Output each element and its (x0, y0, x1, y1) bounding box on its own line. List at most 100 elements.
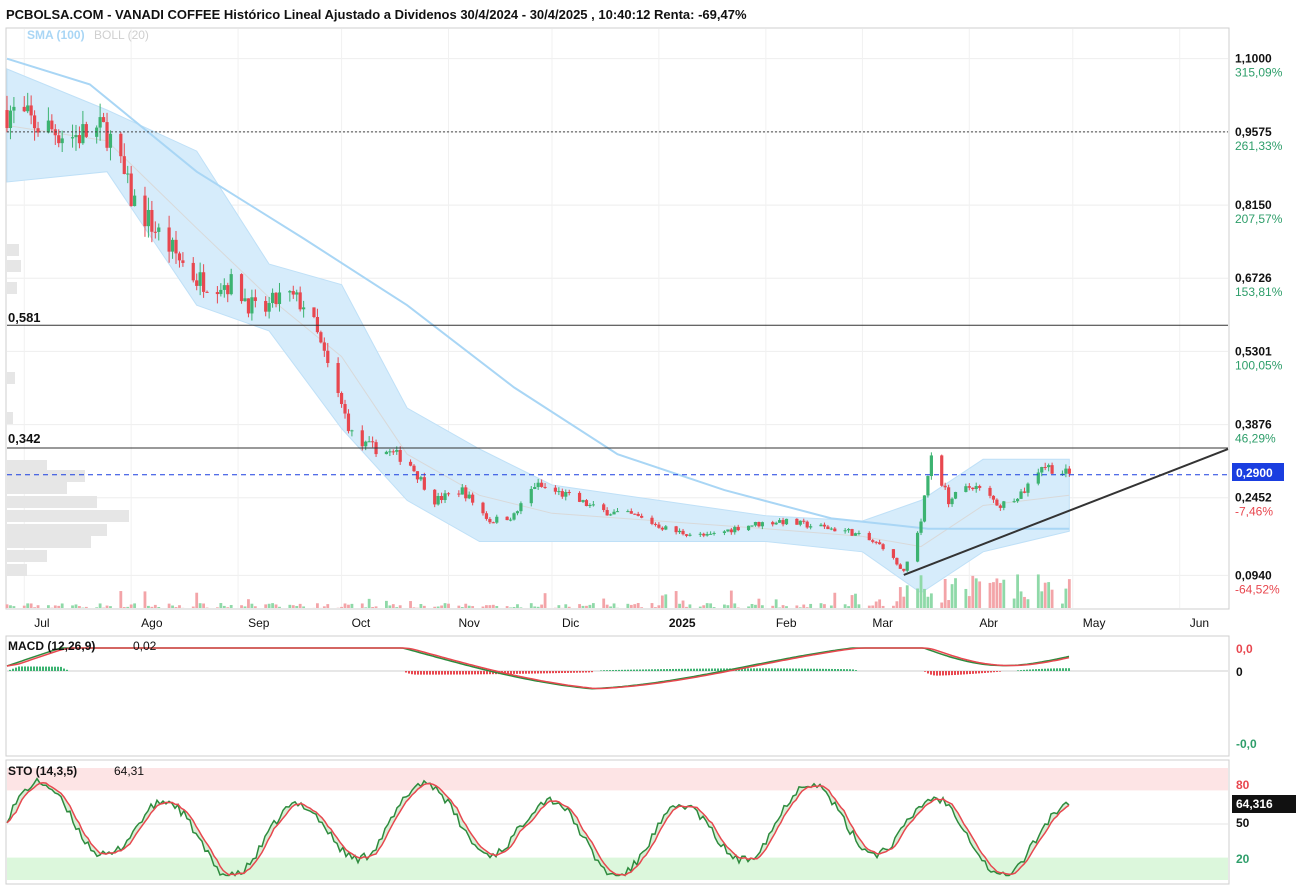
candle-body (295, 292, 298, 294)
volume-bar (1047, 582, 1050, 608)
volume-bar (1040, 591, 1043, 608)
candle-body (205, 292, 208, 293)
macd-histogram-bar (39, 667, 41, 671)
volume-bar (1002, 580, 1005, 608)
candle-body (1026, 484, 1029, 493)
macd-axis-zero: 0 (1236, 665, 1243, 679)
candle-body (288, 291, 291, 292)
volume-bar (375, 606, 378, 608)
month-label: Oct (352, 616, 371, 630)
candle-body (81, 124, 84, 143)
macd-histogram-bar (60, 667, 62, 671)
macd-histogram-bar (705, 669, 707, 671)
volume-bar (278, 607, 281, 608)
volume-bar (178, 605, 181, 608)
candle-body (302, 307, 305, 309)
macd-histogram-bar (687, 669, 689, 671)
candle-body (678, 531, 681, 532)
candle-body (388, 451, 391, 452)
volume-profile-bar (7, 536, 91, 548)
volume-bar (947, 600, 950, 608)
volume-bar (254, 606, 257, 608)
macd-histogram-bar (423, 671, 425, 675)
volume-bar (75, 604, 78, 608)
candle-body (471, 495, 474, 503)
macd-histogram-bar (438, 671, 440, 675)
volume-bar (388, 605, 391, 608)
candle-body (892, 549, 895, 558)
candle-body (423, 477, 426, 490)
candle-body (588, 505, 591, 506)
volume-bar (468, 606, 471, 608)
candle-body (833, 529, 836, 532)
volume-bar (1044, 583, 1047, 608)
macd-histogram-bar (468, 671, 470, 674)
candle-body (530, 489, 533, 503)
legend-boll[interactable]: BOLL (20) (94, 28, 149, 42)
volume-profile-bar (7, 470, 85, 482)
candle-body (795, 519, 798, 525)
volume-bar (168, 604, 171, 608)
candle-body (143, 196, 146, 227)
macd-histogram-bar (426, 671, 428, 675)
volume-bar (706, 603, 709, 608)
macd-histogram-bar (444, 671, 446, 675)
macd-histogram-bar (807, 669, 809, 671)
macd-histogram-bar (990, 671, 992, 672)
volume-bar (364, 607, 367, 608)
price-tick: 1,1000 (1235, 52, 1272, 66)
volume-bar (678, 604, 681, 608)
candle-body (99, 117, 102, 127)
candle-body (585, 500, 588, 506)
macd-histogram-bar (774, 668, 776, 671)
volume-bar (733, 603, 736, 608)
macd-histogram-bar (675, 669, 677, 671)
candle-body (675, 526, 678, 532)
candle-body (254, 297, 257, 301)
volume-bar (795, 605, 798, 608)
volume-bar (613, 603, 616, 608)
candle-body (102, 117, 105, 122)
macd-axis-top: 0,0 (1236, 642, 1253, 656)
volume-bar (240, 605, 243, 608)
candle-body (399, 450, 402, 462)
volume-bar (975, 578, 978, 608)
macd-histogram-bar (933, 671, 935, 675)
macd-histogram-bar (681, 669, 683, 671)
volume-bar (664, 594, 667, 608)
volume-bar (485, 605, 488, 608)
candle-body (223, 285, 226, 290)
volume-bar (340, 607, 343, 608)
macd-histogram-bar (783, 668, 785, 671)
macd-histogram-bar (942, 671, 944, 675)
candle-body (688, 535, 691, 536)
volume-profile-bar (7, 412, 13, 424)
volume-bar (1068, 579, 1071, 608)
candle-body (857, 533, 860, 534)
macd-histogram-bar (663, 669, 665, 671)
macd-histogram-bar (957, 671, 959, 675)
candle-body (343, 404, 346, 414)
volume-bar (1020, 591, 1023, 608)
volume-bar (685, 607, 688, 608)
candle-body (154, 232, 157, 233)
macd-histogram-bar (666, 669, 668, 671)
candle-body (854, 533, 857, 536)
volume-bar (1051, 590, 1054, 608)
candle-body (440, 496, 443, 500)
candle-body (1064, 469, 1067, 474)
candle-body (61, 138, 64, 143)
candle-body (464, 487, 467, 498)
percent-tick: 153,81% (1235, 285, 1283, 299)
candle-body (437, 496, 440, 504)
volume-bar (247, 599, 250, 608)
macd-histogram-bar (606, 670, 608, 671)
candle-body (226, 285, 229, 294)
candle-body (919, 522, 922, 533)
volume-bar (640, 607, 643, 608)
candle-body (702, 534, 705, 536)
volume-bar (1013, 599, 1016, 608)
legend-sma[interactable]: SMA (100) (27, 28, 85, 42)
macd-histogram-bar (1056, 668, 1058, 671)
macd-histogram-bar (534, 671, 536, 674)
